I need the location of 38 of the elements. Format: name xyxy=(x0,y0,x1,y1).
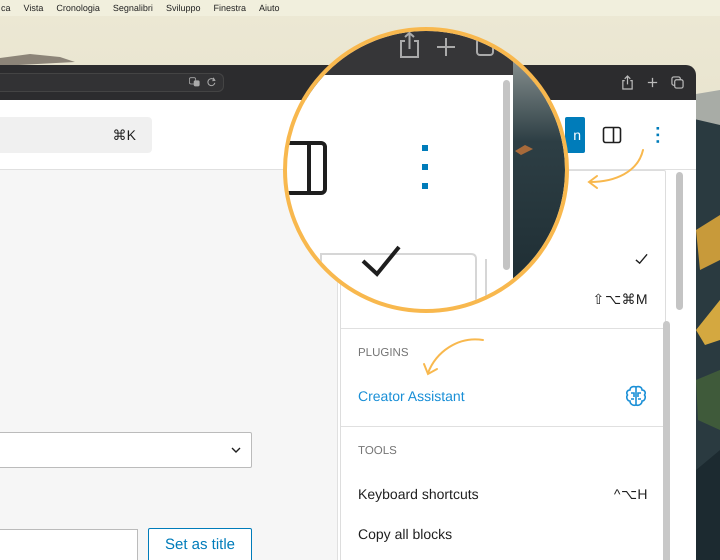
menu-bar-item[interactable]: Aiuto xyxy=(258,3,280,13)
command-search-field[interactable]: ⌘K xyxy=(0,116,152,152)
more-options-icon[interactable] xyxy=(656,126,660,144)
brain-icon xyxy=(624,384,648,408)
set-as-title-button[interactable]: Set as title xyxy=(148,528,252,560)
dropdown-field[interactable] xyxy=(0,432,252,468)
reload-icon[interactable] xyxy=(206,77,217,87)
curved-arrow xyxy=(423,338,484,376)
publish-button[interactable]: n xyxy=(565,116,585,152)
menu-item[interactable]: ⇧⌥⌘M xyxy=(555,279,665,319)
menu-bar-item[interactable]: Vista xyxy=(24,3,44,13)
menu-bar-item[interactable]: Sviluppo xyxy=(166,3,200,13)
text-input-field[interactable] xyxy=(0,529,138,560)
sidebar-toggle-icon xyxy=(287,141,327,195)
translate-icon[interactable] xyxy=(189,77,200,87)
tabs-icon[interactable] xyxy=(671,75,684,90)
section-heading: TOOLS xyxy=(358,444,397,459)
scrollbar[interactable] xyxy=(663,321,670,560)
menu-bar-item[interactable]: Segnalibri xyxy=(112,3,153,13)
plus-icon xyxy=(436,37,456,57)
share-icon[interactable] xyxy=(621,75,634,90)
menu-item[interactable]: Copy all blocks xyxy=(341,514,665,554)
sidebar-toggle-icon[interactable] xyxy=(602,124,622,144)
chevron-down-icon xyxy=(231,447,241,453)
address-field[interactable] xyxy=(0,72,224,92)
tabs-icon xyxy=(476,38,494,56)
share-icon xyxy=(400,32,419,58)
curved-arrow xyxy=(587,149,644,189)
plus-icon[interactable] xyxy=(646,75,659,90)
menu-item[interactable]: Keyboard shortcuts ^⌥H xyxy=(341,474,665,514)
menu-bar-item[interactable]: Cronologia xyxy=(56,3,100,13)
more-options-icon xyxy=(422,145,428,189)
shortcut-hint: ⌘K xyxy=(112,126,136,142)
menu-item[interactable]: Creator Assistant xyxy=(341,376,665,416)
menu-bar-item[interactable]: ca xyxy=(1,3,11,13)
section-heading: PLUGINS xyxy=(358,346,408,361)
scrollbar[interactable] xyxy=(676,172,683,310)
menu-bar-item[interactable]: Finestra xyxy=(213,3,246,13)
